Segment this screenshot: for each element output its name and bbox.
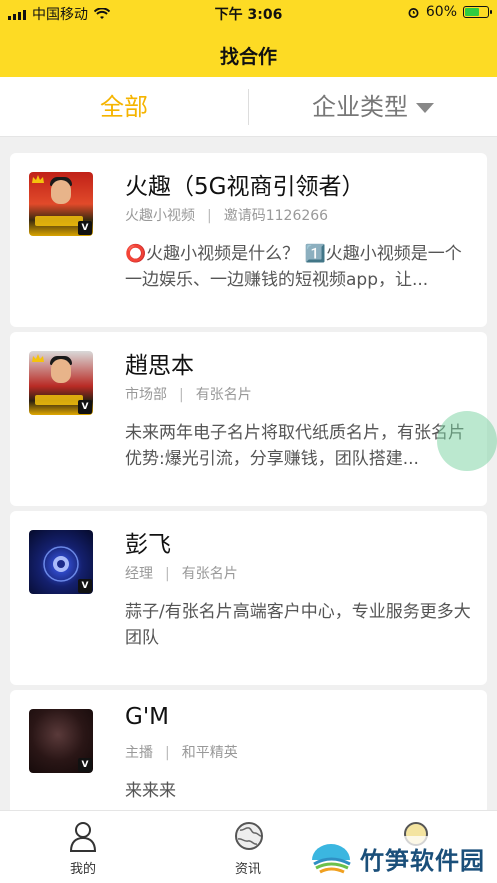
crown-icon	[32, 354, 44, 362]
contact-description: 未来两年电子名片将取代纸质名片，有张名片优势:爆光引流，分享赚钱，团队搭建...	[125, 423, 465, 469]
nav-news-label: 资讯	[234, 862, 261, 877]
tab-company-type[interactable]: 企业类型	[249, 77, 497, 137]
contact-meta-right: 和平精英	[181, 745, 238, 761]
watermark: 竹笋软件园	[310, 836, 491, 880]
crown-icon	[32, 175, 44, 183]
contact-name: 趙思本	[125, 353, 194, 379]
watermark-text: 竹笋软件园	[360, 846, 485, 875]
verified-icon: V	[78, 579, 92, 593]
nav-news[interactable]: 资讯	[188, 811, 308, 883]
avatar: V	[29, 709, 93, 773]
contact-meta-left: 市场部	[125, 387, 167, 403]
contact-card[interactable]: V 彭飞 经理 | 有张名片 蒜子/有张名片高端客户中心，专业服务更多大团队	[10, 511, 487, 685]
page-title: 找合作	[219, 46, 277, 68]
globe-icon	[235, 822, 263, 850]
contact-meta-left: 主播	[125, 745, 153, 761]
alarm-icon	[408, 7, 419, 18]
watermark-logo-icon	[312, 844, 351, 874]
tab-company-type-label: 企业类型	[312, 93, 408, 121]
contact-name: 火趣（5G视商引领者）	[125, 174, 365, 200]
contact-card[interactable]: V 趙思本 市场部 | 有张名片 未来两年电子名片将取代纸质名片，有张名片优势:爆光…	[10, 332, 487, 506]
battery-percent: 60%	[425, 4, 457, 20]
contact-name: 彭飞	[125, 532, 171, 558]
filter-bar: 全部 企业类型	[0, 77, 497, 137]
battery-icon	[463, 6, 492, 18]
status-bar: 中国移动 下午 3:06 60%	[0, 0, 497, 26]
contact-card[interactable]: V 火趣（5G视商引领者） 火趣小视频 | 邀请码1126266 ⭕火趣小视频是什么…	[10, 153, 487, 327]
contact-meta: 经理 | 有张名片	[125, 566, 238, 582]
contact-meta: 火趣小视频 | 邀请码1126266	[125, 208, 329, 224]
touch-indicator	[437, 411, 497, 471]
contact-meta-left: 经理	[125, 566, 153, 582]
contact-meta-right: 邀请码1126266	[223, 208, 329, 224]
contact-meta: 市场部 | 有张名片	[125, 387, 252, 403]
contact-meta-right: 有张名片	[195, 387, 252, 403]
contact-name: G'M	[125, 704, 169, 730]
avatar: V	[29, 172, 93, 236]
contact-card[interactable]: V G'M 主播 | 和平精英 来来来	[10, 690, 487, 815]
top-bar: 中国移动 下午 3:06 60% 找合作	[0, 0, 497, 77]
caret-down-icon	[416, 103, 434, 113]
contact-description: ⭕火趣小视频是什么？ 1️⃣火趣小视频是一个一边娱乐、一边赚钱的短视频app，让…	[125, 244, 462, 290]
user-icon	[69, 822, 97, 852]
contact-description: 蒜子/有张名片高端客户中心，专业服务更多大团队	[125, 602, 471, 648]
tab-all[interactable]: 全部	[0, 77, 248, 137]
contact-meta: 主播 | 和平精英	[125, 745, 238, 761]
nav-mine[interactable]: 我的	[23, 811, 143, 883]
verified-icon: V	[78, 400, 92, 414]
verified-icon: V	[78, 221, 92, 235]
nav-mine-label: 我的	[69, 862, 96, 877]
avatar: V	[29, 351, 93, 415]
verified-icon: V	[78, 758, 92, 772]
contact-meta-right: 有张名片	[181, 566, 238, 582]
contact-meta-left: 火趣小视频	[125, 208, 195, 224]
contact-description: 来来来	[125, 781, 176, 801]
avatar: V	[29, 530, 93, 594]
